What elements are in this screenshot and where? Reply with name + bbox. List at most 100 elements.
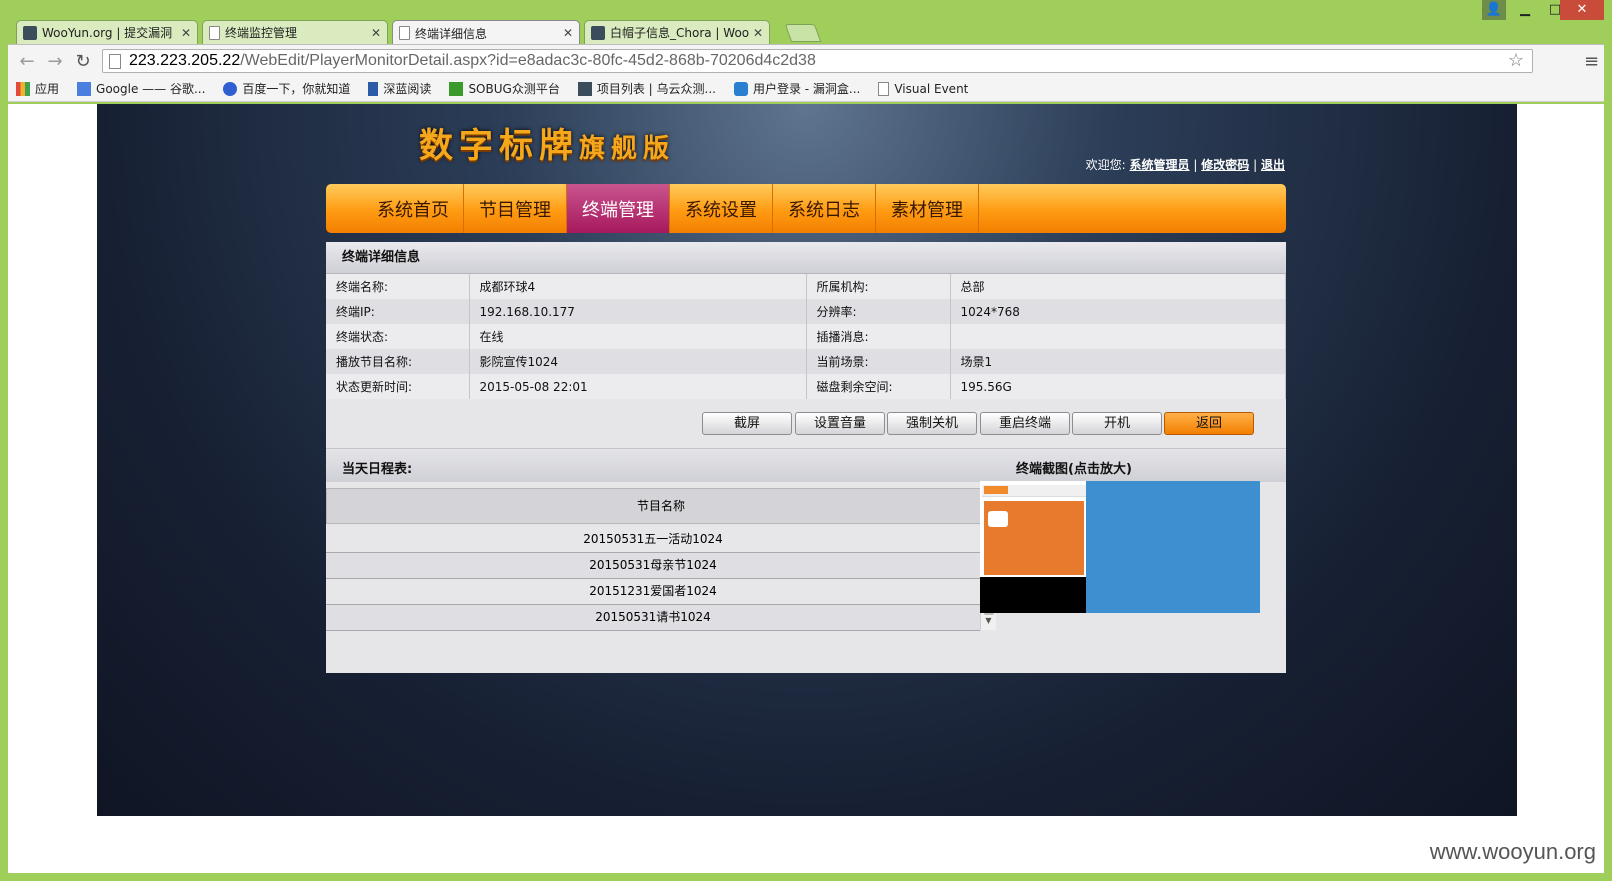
table-row: 终端IP: 192.168.10.177 分辨率: 1024*768 [326,299,1286,324]
power-on-button[interactable]: 开机 [1072,412,1162,435]
profile-icon[interactable]: 👤 [1482,0,1506,20]
close-icon[interactable]: ✕ [371,26,381,40]
wooyun-icon [577,81,592,96]
close-icon[interactable]: ✕ [753,26,763,40]
bookmark-shenlan[interactable]: 深蓝阅读 [368,80,431,97]
close-icon[interactable]: ✕ [181,26,191,40]
schedule-title: 当天日程表: [342,462,413,477]
new-tab-button[interactable] [784,24,822,42]
back-button[interactable]: 返回 [1164,412,1254,435]
browser-chrome: WooYun.org | 提交漏洞 ✕ 终端监控管理 ✕ 终端详细信息 ✕ 白帽… [8,0,1604,104]
wooyun-icon [23,25,37,40]
logout-link[interactable]: 退出 [1261,158,1285,172]
label-resolution: 分辨率: [806,299,951,324]
bookmark-vulbox-login[interactable]: 用户登录 - 漏洞盒... [733,80,860,97]
bookmark-apps[interactable]: 应用 [16,80,59,97]
change-password-link[interactable]: 修改密码 [1201,158,1249,172]
page-icon [878,81,890,96]
baidu-icon [223,81,238,96]
close-icon[interactable]: ✕ [563,26,573,40]
tab-monitor-management[interactable]: 终端监控管理 ✕ [202,20,388,44]
set-volume-button[interactable]: 设置音量 [795,412,885,435]
schedule-column-header: 节目名称 [326,488,996,524]
list-item[interactable]: 20150531请书1024 [326,605,980,631]
value-terminal-status: 在线 [469,324,807,349]
bookmark-sobug[interactable]: SOBUG众测平台 [449,80,560,97]
table-row: 播放节目名称: 影院宣传1024 当前场景: 场景1 [326,349,1286,374]
page-icon [399,26,410,40]
table-row: 终端名称: 成都环球4 所属机构: 总部 [326,274,1286,299]
label-update-time: 状态更新时间: [326,374,470,399]
schedule-rows: 20150531五一活动1024 20150531母亲节1024 2015123… [326,527,996,631]
schedule-list: 节目名称 20150531五一活动1024 20150531母亲节1024 20… [326,488,996,631]
wooyun-icon [591,25,605,40]
bookmark-icon [368,81,379,96]
bookmark-star-icon[interactable]: ☆ [1508,50,1524,71]
label-disk-space: 磁盘剩余空间: [806,374,951,399]
table-row: 状态更新时间: 2015-05-08 22:01 磁盘剩余空间: 195.56G [326,374,1286,399]
list-item[interactable]: 20150531五一活动1024 [326,527,980,553]
tab-whitehat-info[interactable]: 白帽子信息_Chora | Woo ✕ [584,20,770,44]
value-organization: 总部 [950,274,1286,299]
bookmark-baidu[interactable]: 百度一下，你就知道 [223,80,350,97]
screenshot-thumbnail[interactable] [980,481,1086,613]
tab-strip: WooYun.org | 提交漏洞 ✕ 终端监控管理 ✕ 终端详细信息 ✕ 白帽… [8,14,1604,45]
value-current-scene: 场景1 [950,349,1286,374]
menu-icon[interactable]: ≡ [1584,51,1599,72]
list-item[interactable]: 20150531母亲节1024 [326,553,980,579]
table-row: 终端状态: 在线 插播消息: [326,324,1286,349]
sobug-icon [449,81,464,96]
nav-material-management[interactable]: 素材管理 [876,184,979,233]
screenshot-button[interactable]: 截屏 [702,412,792,435]
page-icon [209,25,220,40]
terminal-detail-panel: 终端详细信息 终端名称: 成都环球4 所属机构: 总部 终端IP: 192.16… [326,242,1286,673]
main-nav: 系统首页 节目管理 终端管理 系统设置 系统日志 素材管理 [326,184,1286,233]
value-update-time: 2015-05-08 22:01 [469,374,807,399]
nav-home[interactable]: 系统首页 [326,184,464,233]
label-program-name: 播放节目名称: [326,349,470,374]
nav-terminal-management[interactable]: 终端管理 [567,184,670,233]
label-current-scene: 当前场景: [806,349,951,374]
page-viewport: 数字标牌旗舰版 欢迎您: 系统管理员 | 修改密码 | 退出 系统首页 节目管理… [8,104,1604,873]
bookmark-wooyun-projects[interactable]: 项目列表 | 乌云众测... [577,80,716,97]
bookmark-visual-event[interactable]: Visual Event [878,81,968,96]
window-close-icon[interactable]: ✕ [1560,0,1604,20]
screenshot-title: 终端截图(点击放大) [1016,462,1132,477]
watermark: www.wooyun.org [1429,839,1596,864]
user-link[interactable]: 系统管理员 [1130,158,1190,172]
label-terminal-name: 终端名称: [326,274,470,299]
address-bar[interactable]: 223.223.205.22 /WebEdit/PlayerMonitorDet… [102,49,1533,73]
forward-arrow-icon[interactable]: → [44,51,66,72]
label-terminal-ip: 终端IP: [326,299,470,324]
back-arrow-icon[interactable]: ← [16,51,38,72]
terminal-info-table: 终端名称: 成都环球4 所属机构: 总部 终端IP: 192.168.10.17… [326,274,1286,399]
value-terminal-name: 成都环球4 [469,274,807,299]
tab-wooyun-submit[interactable]: WooYun.org | 提交漏洞 ✕ [16,20,198,44]
browser-toolbar: ← → ↻ 223.223.205.22 /WebEdit/PlayerMoni… [8,44,1604,76]
nav-system-settings[interactable]: 系统设置 [670,184,773,233]
bookmark-google[interactable]: Google —— 谷歌... [77,80,205,97]
label-terminal-status: 终端状态: [326,324,470,349]
shield-icon [733,81,748,96]
list-item[interactable]: 20151231爱国者1024 [326,579,980,605]
site-background: 数字标牌旗舰版 欢迎您: 系统管理员 | 修改密码 | 退出 系统首页 节目管理… [97,104,1517,816]
restart-terminal-button[interactable]: 重启终端 [980,412,1070,435]
value-resolution: 1024*768 [950,299,1286,324]
reload-icon[interactable]: ↻ [72,51,94,72]
value-insert-message [950,324,1286,349]
scroll-down-icon[interactable]: ▼ [981,616,996,630]
action-button-row: 截屏 设置音量 强制关机 重启终端 开机 返回 [326,399,1286,449]
terminal-screenshot[interactable] [980,481,1260,613]
google-icon [77,81,92,96]
tab-terminal-detail[interactable]: 终端详细信息 ✕ [392,20,580,45]
page-icon [109,53,121,69]
minimize-icon[interactable]: ▁ [1512,0,1538,20]
value-disk-space: 195.56G [950,374,1286,399]
nav-system-log[interactable]: 系统日志 [773,184,876,233]
user-bar: 欢迎您: 系统管理员 | 修改密码 | 退出 [1085,158,1285,172]
nav-program-management[interactable]: 节目管理 [464,184,567,233]
bookmarks-bar: 应用 Google —— 谷歌... 百度一下，你就知道 深蓝阅读 SOBUG众… [8,76,1604,102]
value-program-name: 影院宣传1024 [469,349,807,374]
force-shutdown-button[interactable]: 强制关机 [887,412,977,435]
label-insert-message: 插播消息: [806,324,951,349]
